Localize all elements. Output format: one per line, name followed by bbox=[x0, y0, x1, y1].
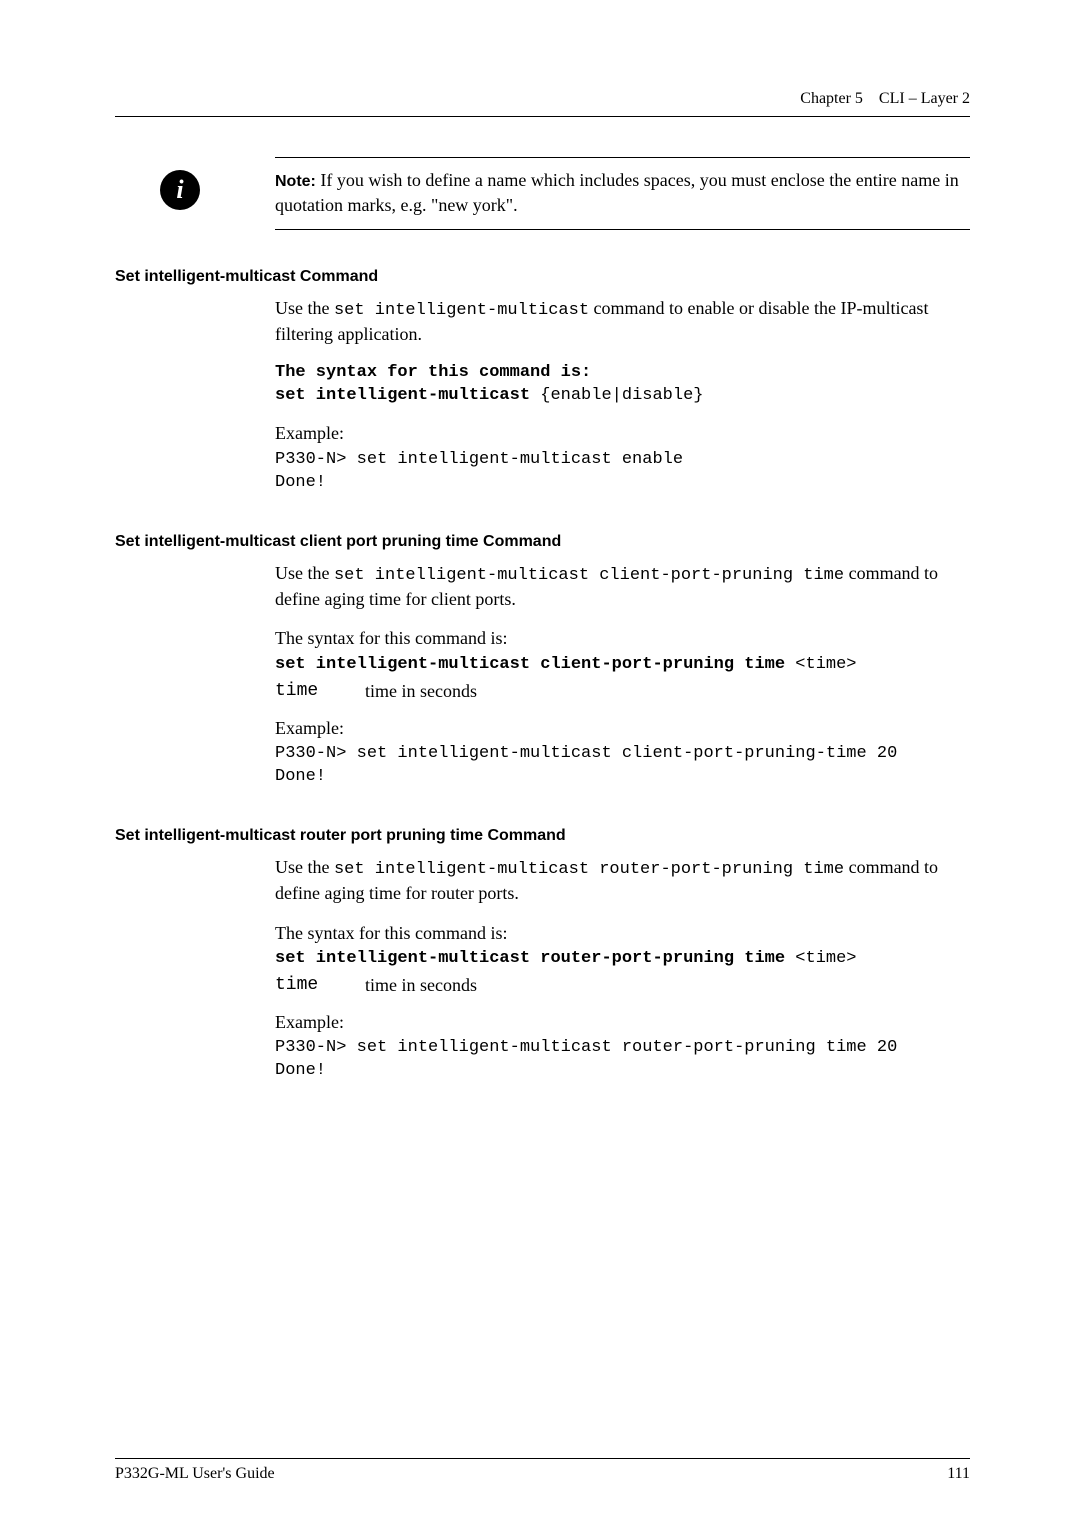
section-intro: Use the set intelligent-multicast comman… bbox=[275, 296, 970, 348]
example-label: Example: bbox=[275, 1010, 970, 1035]
example-code: P330-N> set intelligent-multicast enable… bbox=[275, 449, 970, 495]
example-code: P330-N> set intelligent-multicast client… bbox=[275, 743, 970, 789]
syntax-lead: The syntax for this command is: bbox=[275, 921, 970, 946]
info-icon: i bbox=[160, 170, 200, 210]
syntax-line: set intelligent-multicast client-port-pr… bbox=[275, 654, 970, 677]
header-rule bbox=[115, 116, 970, 117]
footer: P332G-ML User's Guide 111 bbox=[115, 1450, 970, 1483]
syntax-line: set intelligent-multicast router-port-pr… bbox=[275, 948, 970, 971]
example-label: Example: bbox=[275, 421, 970, 446]
param-row: time time in seconds bbox=[275, 975, 970, 996]
param-row: time time in seconds bbox=[275, 681, 970, 702]
section-heading: Set intelligent-multicast client port pr… bbox=[115, 533, 970, 551]
param-desc: time in seconds bbox=[365, 681, 477, 702]
note-bottom-rule bbox=[275, 229, 970, 230]
example-code: P330-N> set intelligent-multicast router… bbox=[275, 1037, 970, 1083]
section-intro: Use the set intelligent-multicast router… bbox=[275, 855, 970, 907]
param-name: time bbox=[275, 975, 365, 996]
param-name: time bbox=[275, 681, 365, 702]
syntax-block: The syntax for this command is: set inte… bbox=[275, 362, 970, 408]
chapter-number: Chapter 5 bbox=[800, 90, 863, 107]
example-label: Example: bbox=[275, 716, 970, 741]
chapter-title: CLI – Layer 2 bbox=[879, 90, 970, 107]
param-desc: time in seconds bbox=[365, 975, 477, 996]
page-number: 111 bbox=[947, 1465, 970, 1483]
note-block: i Note: If you wish to define a name whi… bbox=[275, 157, 970, 230]
note-text: Note: If you wish to define a name which… bbox=[275, 168, 970, 219]
footer-left: P332G-ML User's Guide bbox=[115, 1465, 275, 1483]
running-header: Chapter 5 CLI – Layer 2 bbox=[115, 90, 970, 108]
footer-rule bbox=[115, 1458, 970, 1459]
section-intro: Use the set intelligent-multicast client… bbox=[275, 561, 970, 613]
note-body: If you wish to define a name which inclu… bbox=[275, 170, 959, 215]
syntax-lead: The syntax for this command is: bbox=[275, 626, 970, 651]
section-heading: Set intelligent-multicast router port pr… bbox=[115, 827, 970, 845]
note-label: Note: bbox=[275, 173, 316, 190]
section-heading: Set intelligent-multicast Command bbox=[115, 268, 970, 286]
